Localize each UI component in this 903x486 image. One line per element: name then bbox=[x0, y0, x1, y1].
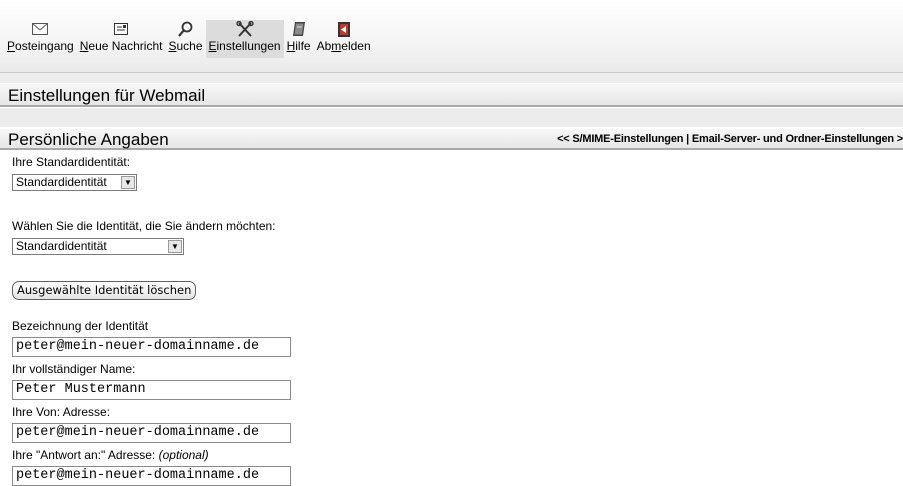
default-identity-label: Ihre Standardidentität: bbox=[12, 155, 131, 169]
from-address-label: Ihre Von: Adresse: bbox=[12, 405, 111, 419]
help-book-icon bbox=[292, 20, 306, 38]
toolbar-help[interactable]: Hilfe bbox=[284, 20, 314, 58]
identity-name-input[interactable]: peter@mein-neuer-domainname.de bbox=[12, 337, 291, 357]
new-message-icon bbox=[113, 20, 129, 38]
fullname-label: Ihr vollständiger Name: bbox=[12, 362, 136, 376]
section-title: Persönliche Angaben bbox=[8, 130, 169, 149]
section-header: Persönliche Angaben << S/MIME-Einstellun… bbox=[0, 129, 903, 150]
optional-hint: (optional) bbox=[158, 448, 209, 462]
toolbar-settings[interactable]: Einstellungen bbox=[205, 20, 284, 58]
delete-identity-button[interactable]: Ausgewählte Identität löschen bbox=[12, 281, 197, 300]
prev-section-link[interactable]: << S/MIME-Einstellungen bbox=[557, 133, 683, 145]
next-section-link[interactable]: Email-Server- und Ordner-Einstellungen > bbox=[692, 133, 903, 145]
toolbar-inbox[interactable]: Posteingang bbox=[4, 20, 77, 58]
choose-identity-select[interactable]: Standardidentität ▼ bbox=[12, 238, 184, 255]
section-nav-links: << S/MIME-Einstellungen | Email-Server- … bbox=[557, 129, 903, 150]
chevron-down-icon: ▼ bbox=[121, 176, 135, 189]
from-address-input[interactable]: peter@mein-neuer-domainname.de bbox=[12, 423, 291, 443]
main-toolbar: Posteingang Neue Nachricht Suche Einstel… bbox=[0, 0, 903, 72]
default-identity-select[interactable]: Standardidentität ▼ bbox=[12, 174, 137, 191]
choose-identity-label: Wählen Sie die Identität, die Sie ändern… bbox=[12, 219, 276, 233]
page-title: Einstellungen für Webmail bbox=[0, 84, 903, 107]
logout-door-icon bbox=[337, 20, 351, 38]
magnifier-icon bbox=[177, 20, 193, 38]
chevron-down-icon: ▼ bbox=[168, 240, 182, 253]
replyto-address-input[interactable]: peter@mein-neuer-domainname.de bbox=[12, 466, 291, 486]
toolbar-logout[interactable]: Abmelden bbox=[314, 20, 374, 58]
toolbar-new-message[interactable]: Neue Nachricht bbox=[77, 20, 166, 58]
nav-divider: | bbox=[683, 133, 692, 145]
toolbar-spacer-band bbox=[0, 73, 903, 83]
fullname-input[interactable]: Peter Mustermann bbox=[12, 380, 291, 400]
title-spacer-band bbox=[0, 108, 903, 127]
identity-name-label: Bezeichnung der Identität bbox=[12, 319, 149, 333]
tools-icon bbox=[235, 20, 254, 38]
replyto-label: Ihre "Antwort an:" Adresse: (optional) bbox=[12, 448, 209, 462]
toolbar-search[interactable]: Suche bbox=[165, 20, 205, 58]
toolbar-items: Posteingang Neue Nachricht Suche Einstel… bbox=[4, 20, 374, 58]
envelope-icon bbox=[32, 20, 49, 38]
